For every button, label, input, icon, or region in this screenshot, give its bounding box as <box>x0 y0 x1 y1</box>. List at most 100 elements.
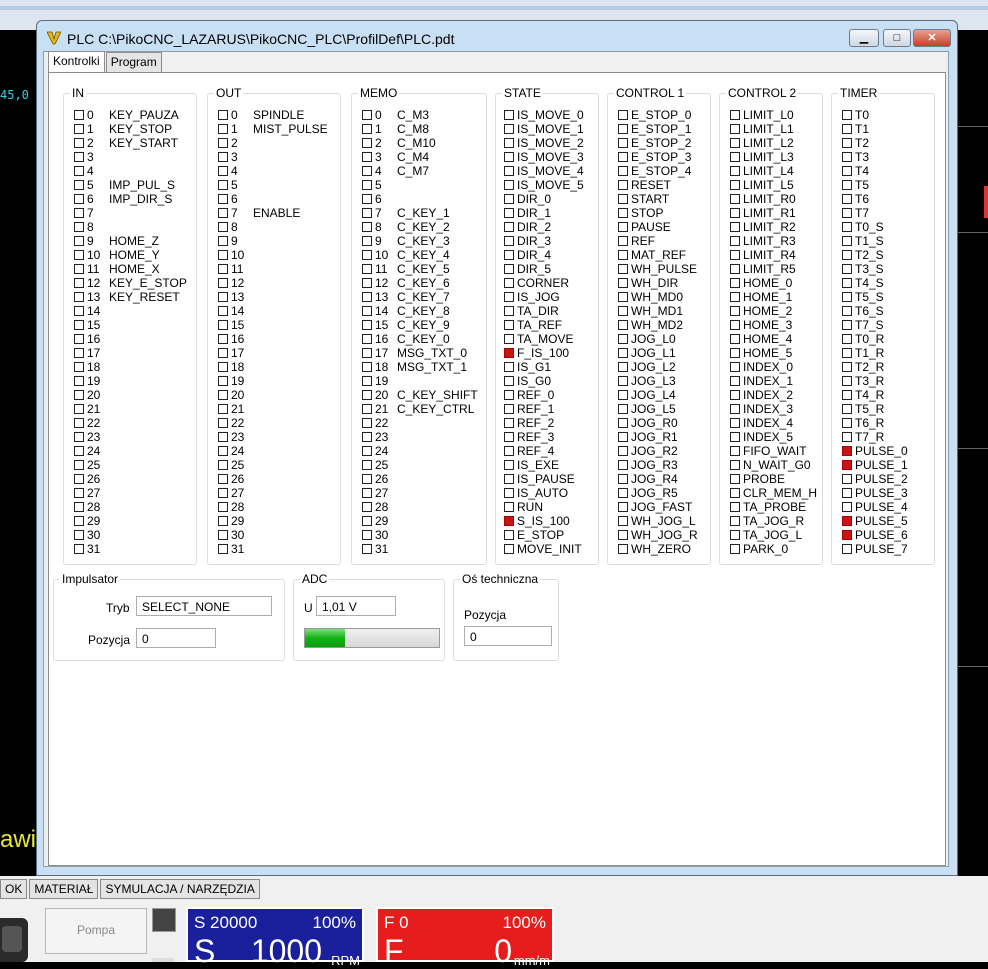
state-checkbox[interactable] <box>504 488 514 498</box>
control1-row[interactable]: WH_MD1 <box>618 304 698 318</box>
in-checkbox[interactable] <box>74 348 84 358</box>
small-toggle-2[interactable] <box>152 958 174 962</box>
timer-row[interactable]: T6_R <box>842 416 908 430</box>
control1-row[interactable]: WH_DIR <box>618 276 698 290</box>
state-checkbox[interactable] <box>504 404 514 414</box>
tab-symulacja[interactable]: SYMULACJA / NARZĘDZIA <box>100 879 260 899</box>
control2-checkbox[interactable] <box>730 124 740 134</box>
timer-row[interactable]: PULSE_6 <box>842 528 908 542</box>
memo-checkbox[interactable] <box>362 488 372 498</box>
control1-row[interactable]: E_STOP_4 <box>618 164 698 178</box>
timer-checkbox[interactable] <box>842 320 852 330</box>
out-checkbox[interactable] <box>218 376 228 386</box>
out-row[interactable]: 25 <box>218 458 328 472</box>
timer-row[interactable]: T6 <box>842 192 908 206</box>
control2-checkbox[interactable] <box>730 362 740 372</box>
out-checkbox[interactable] <box>218 222 228 232</box>
control1-row[interactable]: JOG_R0 <box>618 416 698 430</box>
in-checkbox[interactable] <box>74 180 84 190</box>
memo-row[interactable]: 6 <box>362 192 478 206</box>
in-row[interactable]: 2 KEY_START <box>74 136 187 150</box>
control2-row[interactable]: LIMIT_L5 <box>730 178 817 192</box>
control2-checkbox[interactable] <box>730 138 740 148</box>
out-checkbox[interactable] <box>218 544 228 554</box>
in-checkbox[interactable] <box>74 306 84 316</box>
out-row[interactable]: 7 ENABLE <box>218 206 328 220</box>
control2-row[interactable]: LIMIT_L2 <box>730 136 817 150</box>
tab-material[interactable]: MATERIAŁ <box>29 879 99 899</box>
memo-checkbox[interactable] <box>362 320 372 330</box>
state-checkbox[interactable] <box>504 166 514 176</box>
out-row[interactable]: 12 <box>218 276 328 290</box>
memo-row[interactable]: 30 <box>362 528 478 542</box>
in-checkbox[interactable] <box>74 530 84 540</box>
in-row[interactable]: 15 <box>74 318 187 332</box>
timer-row[interactable]: PULSE_1 <box>842 458 908 472</box>
memo-row[interactable]: 13 C_KEY_7 <box>362 290 478 304</box>
state-checkbox[interactable] <box>504 110 514 120</box>
out-row[interactable]: 2 <box>218 136 328 150</box>
control1-checkbox[interactable] <box>618 222 628 232</box>
out-checkbox[interactable] <box>218 208 228 218</box>
memo-checkbox[interactable] <box>362 166 372 176</box>
timer-checkbox[interactable] <box>842 166 852 176</box>
in-row[interactable]: 9 HOME_Z <box>74 234 187 248</box>
control2-row[interactable]: PROBE <box>730 472 817 486</box>
control2-row[interactable]: LIMIT_R5 <box>730 262 817 276</box>
state-checkbox[interactable] <box>504 460 514 470</box>
control1-checkbox[interactable] <box>618 264 628 274</box>
state-row[interactable]: IS_EXE <box>504 458 584 472</box>
timer-row[interactable]: T2 <box>842 136 908 150</box>
control1-checkbox[interactable] <box>618 460 628 470</box>
in-checkbox[interactable] <box>74 194 84 204</box>
memo-row[interactable]: 4 C_M7 <box>362 164 478 178</box>
out-checkbox[interactable] <box>218 502 228 512</box>
memo-checkbox[interactable] <box>362 306 372 316</box>
memo-row[interactable]: 2 C_M10 <box>362 136 478 150</box>
memo-row[interactable]: 9 C_KEY_3 <box>362 234 478 248</box>
state-checkbox[interactable] <box>504 222 514 232</box>
control1-checkbox[interactable] <box>618 152 628 162</box>
out-row[interactable]: 13 <box>218 290 328 304</box>
out-checkbox[interactable] <box>218 446 228 456</box>
control1-row[interactable]: START <box>618 192 698 206</box>
memo-checkbox[interactable] <box>362 278 372 288</box>
control1-row[interactable]: WH_MD0 <box>618 290 698 304</box>
state-checkbox[interactable] <box>504 236 514 246</box>
pompa-button[interactable]: Pompa <box>45 908 147 954</box>
out-checkbox[interactable] <box>218 488 228 498</box>
memo-checkbox[interactable] <box>362 418 372 428</box>
timer-row[interactable]: T2_S <box>842 248 908 262</box>
memo-row[interactable]: 1 C_M8 <box>362 122 478 136</box>
state-checkbox[interactable] <box>504 530 514 540</box>
memo-checkbox[interactable] <box>362 460 372 470</box>
in-row[interactable]: 1 KEY_STOP <box>74 122 187 136</box>
control2-row[interactable]: HOME_1 <box>730 290 817 304</box>
memo-row[interactable]: 19 <box>362 374 478 388</box>
state-checkbox[interactable] <box>504 320 514 330</box>
state-checkbox[interactable] <box>504 544 514 554</box>
memo-row[interactable]: 25 <box>362 458 478 472</box>
timer-checkbox[interactable] <box>842 292 852 302</box>
out-row[interactable]: 18 <box>218 360 328 374</box>
memo-checkbox[interactable] <box>362 208 372 218</box>
out-checkbox[interactable] <box>218 474 228 484</box>
state-checkbox[interactable] <box>504 502 514 512</box>
state-row[interactable]: IS_MOVE_5 <box>504 178 584 192</box>
out-row[interactable]: 17 <box>218 346 328 360</box>
in-checkbox[interactable] <box>74 278 84 288</box>
timer-row[interactable]: T0_S <box>842 220 908 234</box>
control2-row[interactable]: INDEX_4 <box>730 416 817 430</box>
state-checkbox[interactable] <box>504 306 514 316</box>
timer-checkbox[interactable] <box>842 152 852 162</box>
control1-row[interactable]: JOG_L2 <box>618 360 698 374</box>
in-row[interactable]: 5 IMP_PUL_S <box>74 178 187 192</box>
control1-row[interactable]: JOG_L5 <box>618 402 698 416</box>
timer-checkbox[interactable] <box>842 180 852 190</box>
memo-checkbox[interactable] <box>362 334 372 344</box>
memo-checkbox[interactable] <box>362 250 372 260</box>
control2-row[interactable]: LIMIT_R0 <box>730 192 817 206</box>
control2-row[interactable]: HOME_4 <box>730 332 817 346</box>
out-row[interactable]: 22 <box>218 416 328 430</box>
maximize-button[interactable]: □ <box>883 29 911 47</box>
